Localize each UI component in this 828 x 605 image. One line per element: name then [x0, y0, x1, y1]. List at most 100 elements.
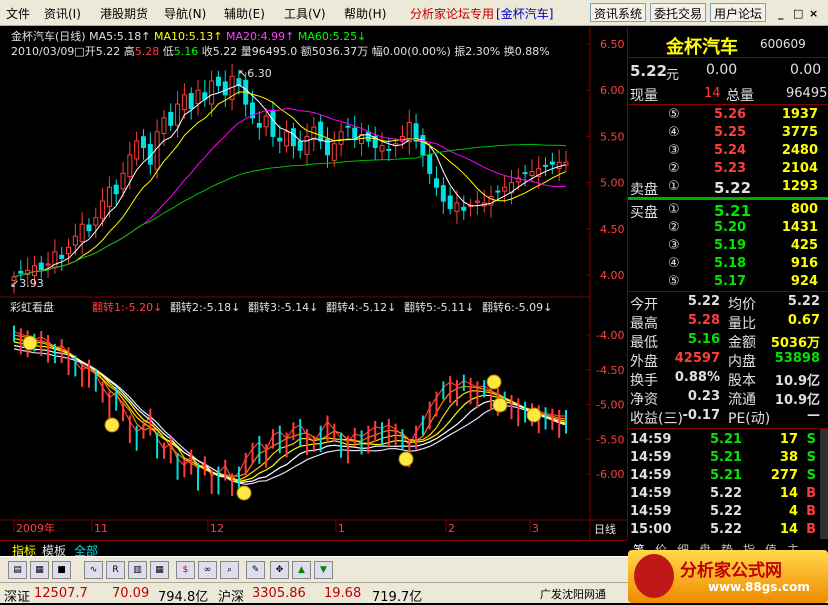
- toolbar-rsi-icon[interactable]: R: [106, 561, 125, 579]
- tick-side: B: [806, 522, 816, 537]
- toolbar-search-icon[interactable]: ⌕: [220, 561, 239, 579]
- toolbar-chart-icon[interactable]: ▤: [8, 561, 27, 579]
- period-label: 日线: [594, 522, 616, 536]
- candle-body: [304, 135, 310, 155]
- candle-body: [352, 127, 358, 139]
- close-icon[interactable]: ×: [809, 7, 818, 20]
- menu-navigate[interactable]: 导航(N): [164, 5, 206, 22]
- toolbar-bar-icon[interactable]: ▥: [128, 561, 147, 579]
- stat-label: 均价: [728, 297, 756, 313]
- sz-index: 12507.7: [34, 586, 88, 601]
- candle-body: [106, 186, 112, 207]
- ma-line-60: [13, 143, 567, 278]
- ask-vol: 2104: [781, 161, 818, 176]
- stat-label: 换手: [630, 373, 658, 389]
- stat-value: 5.28: [687, 313, 720, 328]
- candle-body: [134, 140, 140, 160]
- stat-label: PE(动): [728, 411, 771, 427]
- toolbar-list-icon[interactable]: ▦: [30, 561, 49, 579]
- indicator-tabs: 指标 模板 全部: [0, 540, 627, 558]
- menu-file[interactable]: 文件: [6, 5, 30, 22]
- candle-body: [543, 164, 549, 167]
- stat-value: 10.9亿: [774, 393, 820, 408]
- smiley-icon: [526, 407, 542, 423]
- trade-button[interactable]: 委托交易: [650, 3, 707, 22]
- stat-value: 0.23: [687, 389, 720, 404]
- smiley-icon: [486, 374, 502, 390]
- stat-value: 5.22: [687, 294, 720, 309]
- candle-body: [175, 103, 181, 126]
- candle-body: [447, 195, 453, 209]
- ask-label: 卖盘: [630, 182, 658, 198]
- hs-change: 19.68: [324, 586, 362, 601]
- tick-vol: 17: [779, 432, 798, 447]
- toolbar-f10-icon[interactable]: ■: [52, 561, 71, 579]
- tick-vol: 4: [788, 504, 798, 519]
- x-axis-label: 2: [448, 522, 455, 535]
- toolbar-up-icon[interactable]: ▲: [292, 561, 311, 579]
- maximize-icon[interactable]: □: [793, 7, 803, 20]
- ask-level: ④: [668, 125, 680, 140]
- chart-pane[interactable]: 6.50 6.00 5.50 5.00 4.50 4.00 -4.00 -4.50 -5.00 -…: [0, 27, 627, 540]
- smiley-icon: [104, 417, 120, 433]
- flip-value: 翻转1:-5.20↓: [92, 300, 162, 314]
- last-price: 5.22: [630, 62, 668, 80]
- toolbar-link-icon[interactable]: ∞: [198, 561, 217, 579]
- stat-value: 5.16: [687, 332, 720, 347]
- menu-info[interactable]: 资讯(I): [44, 5, 81, 22]
- menu-assist[interactable]: 辅助(E): [224, 5, 265, 22]
- tick-scrollbar[interactable]: [820, 429, 828, 539]
- toolbar-pen-icon[interactable]: ✎: [246, 561, 265, 579]
- user-forum-button[interactable]: 用户论坛: [710, 3, 767, 22]
- candle-body: [38, 262, 44, 270]
- menu-help[interactable]: 帮助(H): [344, 5, 386, 22]
- minimize-icon[interactable]: _: [778, 7, 784, 20]
- bid-vol: 425: [790, 238, 818, 253]
- toolbar-table-icon[interactable]: ▦: [150, 561, 169, 579]
- menu-tools[interactable]: 工具(V): [284, 5, 326, 22]
- candle-body: [140, 136, 146, 148]
- broker-label: 广发沈阳网通: [540, 588, 606, 601]
- tick-side: S: [806, 468, 816, 483]
- info-system-button[interactable]: 资讯系统: [590, 3, 647, 22]
- menu-hk-futures[interactable]: 港股期货: [100, 5, 148, 22]
- candle-body: [127, 154, 133, 178]
- stat-value: 0.88%: [674, 370, 720, 385]
- toolbar-trend-icon[interactable]: ∿: [84, 561, 103, 579]
- candle-body: [66, 246, 72, 255]
- kline-chart[interactable]: 6.50 6.00 5.50 5.00 4.50 4.00 -4.00 -4.50 -5.00 -…: [0, 27, 627, 540]
- candle-body: [188, 93, 194, 110]
- toolbar-down-icon[interactable]: ▼: [314, 561, 333, 579]
- candle-body: [495, 190, 501, 193]
- tick-vol: 277: [770, 468, 798, 483]
- ask-price: 5.23: [714, 161, 747, 176]
- candle-body: [556, 161, 562, 170]
- rainbow-line: [13, 348, 567, 485]
- tick-side: B: [806, 486, 816, 501]
- bid-level: ②: [668, 220, 680, 235]
- bid-price: 5.20: [714, 220, 747, 235]
- stat-label: 最高: [630, 316, 658, 332]
- bid-level: ③: [668, 238, 680, 253]
- price-unit: 元: [666, 68, 680, 83]
- x-axis-label: 3: [532, 522, 539, 535]
- chart-title: 金杯汽车(日线) MA5:5.18↑ MA10:5.13↑ MA20:4.99↑…: [11, 29, 366, 43]
- tick-time: 14:59: [630, 468, 672, 483]
- smiley-icon: [236, 485, 252, 501]
- tick-side: B: [806, 504, 816, 519]
- candle-body: [522, 172, 528, 175]
- lower-axis-label: -4.50: [596, 364, 624, 377]
- flip-value: 翻转3:-5.14↓: [248, 300, 318, 314]
- tick-vol: 38: [779, 450, 798, 465]
- ask-vol: 1937: [781, 107, 818, 122]
- candle-body: [256, 122, 262, 128]
- lower-axis-label: -4.00: [596, 329, 624, 342]
- price-change: 0.00: [706, 62, 738, 78]
- toolbar-dollar-icon[interactable]: $: [176, 561, 195, 579]
- toolbar-move-icon[interactable]: ✥: [270, 561, 289, 579]
- stat-label: 外盘: [630, 354, 658, 370]
- stat-value: 0.67: [787, 313, 820, 328]
- x-axis-label: 2009年: [16, 521, 55, 535]
- candle-body: [181, 94, 187, 111]
- smiley-icon: [22, 335, 38, 351]
